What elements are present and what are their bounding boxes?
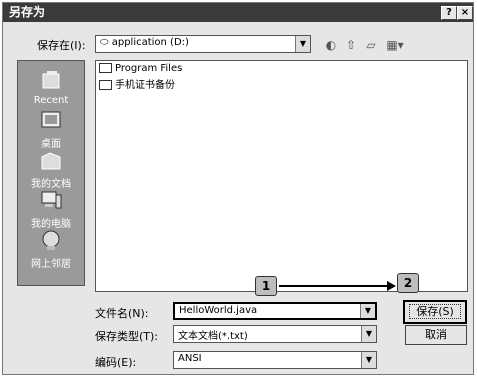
back-icon[interactable]: ◐ <box>323 37 339 53</box>
my-computer-icon <box>41 191 62 209</box>
chevron-down-icon[interactable]: ▼ <box>361 352 376 368</box>
save-in-dropdown[interactable]: ⬭ application (D:) ▼ <box>95 35 311 53</box>
filetype-dropdown[interactable]: 文本文档(*.txt) ▼ <box>173 325 377 343</box>
filetype-label: 保存类型(T): <box>95 330 159 343</box>
network-icon <box>42 230 60 250</box>
places-item-desktop[interactable]: 桌面 <box>18 109 84 150</box>
filetype-value: 文本文档(*.txt) <box>178 331 248 342</box>
window-title: 另存为 <box>9 5 46 19</box>
filename-value: HelloWorld.java <box>179 305 258 316</box>
new-folder-icon[interactable]: ▱ <box>363 37 379 53</box>
encoding-dropdown[interactable]: ANSI ▼ <box>173 351 377 369</box>
recent-icon <box>42 71 60 89</box>
save-in-label: 保存在(I): <box>37 39 86 52</box>
up-folder-icon[interactable]: ⇧ <box>343 37 359 53</box>
chevron-down-icon[interactable]: ▼ <box>360 304 375 318</box>
help-button[interactable]: ? <box>441 6 457 20</box>
places-item-my-computer[interactable]: 我的电脑 <box>18 189 84 230</box>
callout-2: 2 <box>397 273 419 293</box>
callout-arrow <box>279 281 396 291</box>
file-list[interactable]: Program Files 手机证书备份 <box>95 60 468 292</box>
places-item-my-documents[interactable]: 我的文档 <box>18 149 84 190</box>
views-menu-icon[interactable]: ▦▾ <box>383 37 407 53</box>
places-item-network[interactable]: 网上邻居 <box>18 229 84 270</box>
callout-1: 1 <box>255 276 277 296</box>
filename-label: 文件名(N): <box>95 307 149 320</box>
save-in-value: ⬭ application (D:) <box>100 37 189 48</box>
save-as-dialog: 另存为 ? × 保存在(I): ⬭ application (D:) ▼ ◐ ⇧… <box>2 2 474 375</box>
title-bar: 另存为 ? × <box>3 3 473 22</box>
encoding-label: 编码(E): <box>95 356 137 369</box>
chevron-down-icon[interactable]: ▼ <box>361 326 376 342</box>
save-button[interactable]: 保存(S) <box>403 300 467 324</box>
filename-field[interactable]: HelloWorld.java ▼ <box>173 302 377 320</box>
folder-icon <box>99 63 112 73</box>
my-documents-icon <box>41 152 61 170</box>
desktop-icon <box>41 111 61 128</box>
folder-icon <box>99 80 112 90</box>
chevron-down-icon[interactable]: ▼ <box>295 36 310 52</box>
list-item[interactable]: 手机证书备份 <box>99 76 175 91</box>
cancel-button[interactable]: 取消 <box>405 325 467 345</box>
close-button[interactable]: × <box>457 6 473 20</box>
drive-icon: ⬭ <box>100 37 112 48</box>
list-item[interactable]: Program Files <box>99 63 182 74</box>
encoding-value: ANSI <box>178 353 202 364</box>
places-bar: Recent 桌面 我的文档 我的电脑 网上邻居 <box>17 60 85 286</box>
places-item-recent[interactable]: Recent <box>18 69 84 106</box>
